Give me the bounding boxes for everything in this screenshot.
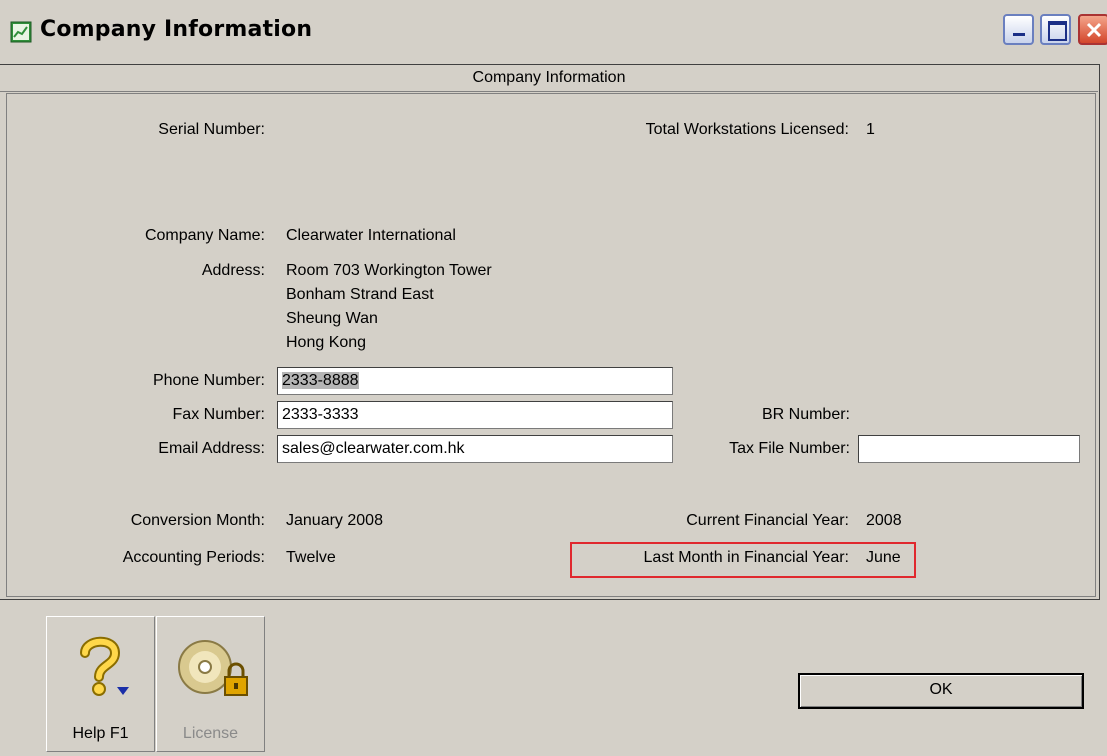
close-icon: [1086, 22, 1102, 38]
address-line-3: Sheung Wan: [286, 310, 378, 327]
company-name-label: Company Name:: [144, 227, 265, 244]
last-month-value: June: [866, 549, 901, 566]
financial-year-label: Current Financial Year:: [686, 512, 849, 529]
license-button[interactable]: License: [156, 616, 265, 752]
fax-field[interactable]: 2333-3333: [277, 401, 673, 429]
phone-field[interactable]: 2333-8888: [277, 367, 673, 395]
conversion-month-value: January 2008: [286, 512, 383, 529]
email-field[interactable]: sales@clearwater.com.hk: [277, 435, 673, 463]
help-button[interactable]: Help F1: [46, 616, 155, 752]
accounting-periods-label: Accounting Periods:: [122, 549, 265, 566]
address-line-4: Hong Kong: [286, 334, 367, 351]
spreadsheet-app-icon: [10, 21, 32, 43]
license-button-label: License: [182, 725, 239, 742]
close-button[interactable]: [1078, 14, 1107, 45]
br-number-label: BR Number:: [761, 406, 850, 423]
address-line-1: Room 703 Workington Tower: [286, 262, 492, 279]
phone-label: Phone Number:: [152, 372, 265, 389]
panel-header: Company Information: [0, 65, 1098, 92]
workstations-value: 1: [866, 121, 875, 138]
accounting-periods-value: Twelve: [286, 549, 336, 566]
help-button-label: Help F1: [72, 725, 129, 742]
help-question-icon: [80, 636, 129, 696]
company-name-value: Clearwater International: [286, 227, 456, 244]
email-label: Email Address:: [158, 440, 265, 457]
title-bar: Company Information: [0, 0, 1107, 64]
tax-file-field[interactable]: [858, 435, 1080, 463]
address-label: Address:: [201, 262, 265, 279]
fax-label: Fax Number:: [172, 406, 265, 423]
license-disc-lock-icon: [178, 640, 248, 696]
window-title: Company Information: [40, 17, 313, 42]
serial-number-label: Serial Number:: [158, 121, 265, 138]
conversion-month-label: Conversion Month:: [130, 512, 265, 529]
tax-file-label: Tax File Number:: [729, 440, 850, 457]
phone-value: 2333-8888: [282, 372, 359, 389]
minimize-button[interactable]: [1003, 14, 1034, 45]
maximize-button[interactable]: [1040, 14, 1071, 45]
ok-button[interactable]: OK: [798, 673, 1084, 709]
financial-year-value: 2008: [866, 512, 902, 529]
workstations-label: Total Workstations Licensed:: [645, 121, 849, 138]
address-line-2: Bonham Strand East: [286, 286, 434, 303]
last-month-label: Last Month in Financial Year:: [643, 549, 849, 566]
